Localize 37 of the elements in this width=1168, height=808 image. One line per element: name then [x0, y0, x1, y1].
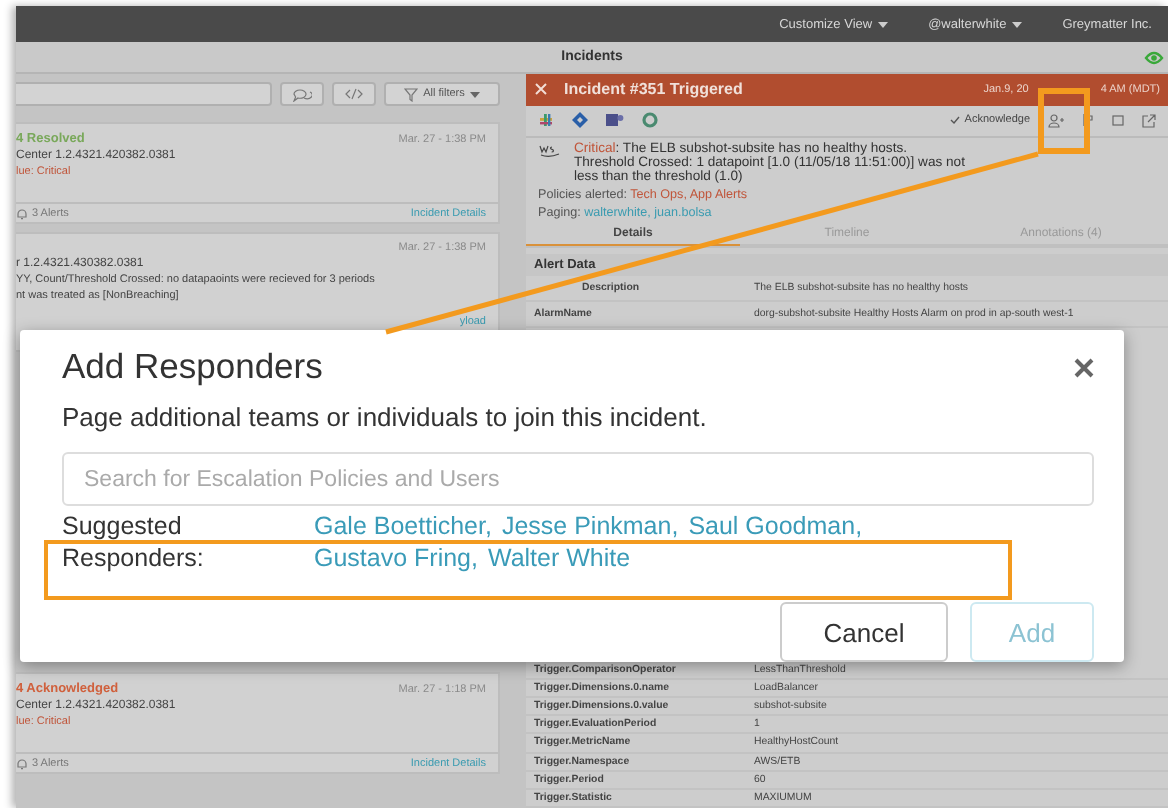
- eye-icon[interactable]: [1144, 50, 1164, 66]
- chat-icon: [292, 87, 312, 101]
- bell-icon: [16, 207, 28, 219]
- dialog-button[interactable]: Cancel: [780, 602, 948, 662]
- code-icon: [344, 88, 364, 100]
- close-button[interactable]: [1072, 355, 1096, 379]
- diamond-icon[interactable]: [572, 112, 588, 129]
- incident-title: Incident #351 Triggered: [564, 80, 743, 99]
- responder-link[interactable]: Walter White: [487, 542, 631, 574]
- suggested-label: Suggested Responders:: [62, 510, 206, 574]
- code-button[interactable]: [332, 82, 376, 106]
- responder-link[interactable]: Gustavo Fring,: [314, 542, 478, 574]
- search-field[interactable]: [16, 82, 272, 106]
- aws-logo-icon: [538, 141, 562, 158]
- filter-icon: [403, 87, 418, 101]
- responder-link[interactable]: Saul Goodman,: [688, 510, 863, 542]
- caret-icon: [470, 91, 481, 97]
- search-field[interactable]: Search for Escalation Policies and Users: [62, 452, 1094, 506]
- add-person-icon[interactable]: [1048, 113, 1064, 128]
- check-icon: [950, 116, 961, 125]
- team-chat-icon[interactable]: [606, 112, 624, 129]
- highlight-frame: [1038, 88, 1090, 154]
- bell-icon: [16, 757, 28, 769]
- responder-link[interactable]: Jesse Pinkman,: [501, 510, 679, 542]
- dialog-description: Page additional teams or individuals to join this incident.: [62, 402, 709, 432]
- close-icon[interactable]: [534, 82, 548, 97]
- flag-icon[interactable]: [1082, 114, 1094, 127]
- caret-icon: [1012, 21, 1023, 27]
- dialog-title: Add Responders: [62, 346, 323, 388]
- caret-icon: [878, 21, 889, 27]
- hash-icon[interactable]: [538, 112, 554, 129]
- responder-link[interactable]: Gale Boetticher,: [314, 510, 492, 542]
- calendar-icon[interactable]: [1112, 114, 1124, 127]
- external-link-icon[interactable]: [1142, 113, 1156, 128]
- chat-button[interactable]: [280, 82, 324, 106]
- close-icon: [1072, 355, 1096, 379]
- ring-icon[interactable]: [642, 112, 658, 129]
